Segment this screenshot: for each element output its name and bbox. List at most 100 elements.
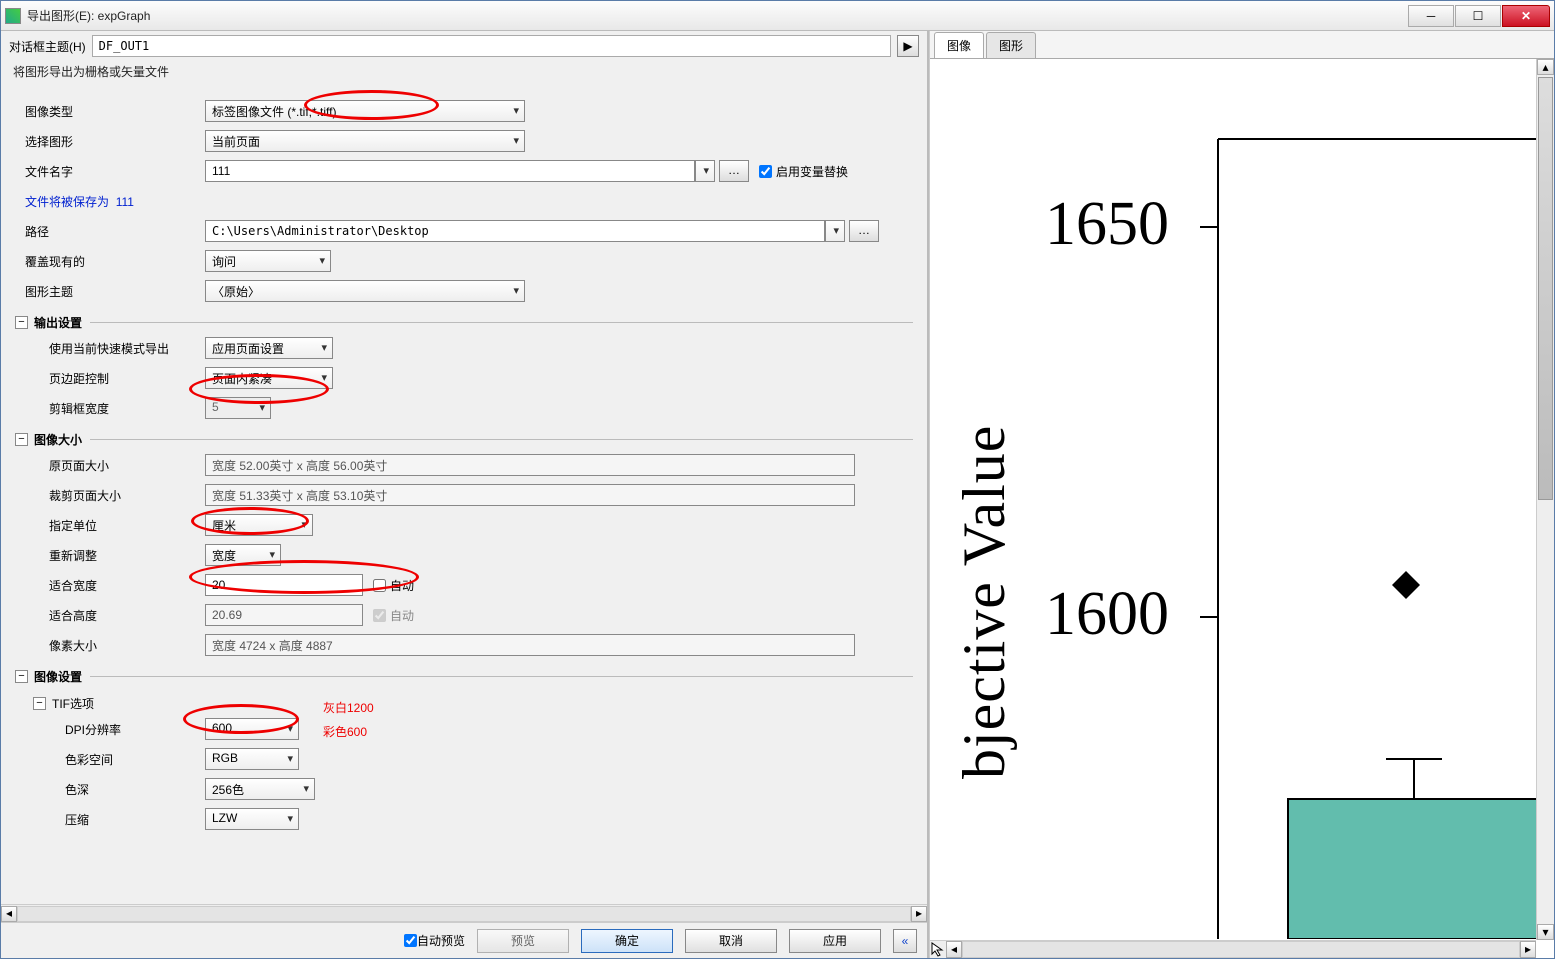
compress-label: 压缩 [15,811,205,828]
preview-hscroll-left[interactable]: ◂ [946,941,962,958]
unit-label: 指定单位 [15,517,205,534]
fit-height-auto-label: 自动 [390,607,414,624]
form-hscroll[interactable]: ◂ ▸ [1,904,927,922]
titlebar: 导出图形(E): expGraph [1,1,1554,31]
compress-combo[interactable]: LZW [205,808,299,830]
image-type-label: 图像类型 [15,103,205,120]
tif-group-title: TIF选项 [52,695,94,712]
preview-hscroll-right[interactable]: ▸ [1520,941,1536,958]
filename-dropdown[interactable] [695,160,715,182]
form-scroll[interactable]: 图像类型 标签图像文件 (*.tif,*.tiff) 选择图形 当前页面 文件名… [1,88,927,904]
depth-combo[interactable]: 256色 [205,778,315,800]
graph-theme-combo[interactable]: 〈原始〉 [205,280,525,302]
graph-theme-label: 图形主题 [15,283,205,300]
tab-image[interactable]: 图像 [934,32,984,58]
fit-height-label: 适合高度 [15,607,205,624]
vscroll-down[interactable]: ▾ [1537,924,1554,940]
filename-browse-button[interactable]: … [719,160,749,182]
fit-width-label: 适合宽度 [15,577,205,594]
chart-svg [930,59,1540,939]
ok-button[interactable]: 确定 [581,929,673,953]
clip-width-combo: 5 [205,397,271,419]
preview-area: bjective Value 1650 1600 [930,59,1554,958]
maximize-button[interactable] [1455,5,1501,27]
preview-hscroll[interactable]: ◂ ▸ [930,940,1536,958]
path-dropdown[interactable] [825,220,845,242]
pixel-size-label: 像素大小 [15,637,205,654]
subtitle: 将图形导出为栅格或矢量文件 [1,61,927,88]
hscroll-right[interactable]: ▸ [911,906,927,922]
image-group-header: − 图像设置 [15,668,913,685]
quick-mode-label: 使用当前快速模式导出 [15,340,205,357]
colorspace-combo[interactable]: RGB [205,748,299,770]
output-group-title: 输出设置 [34,314,82,331]
apply-button[interactable]: 应用 [789,929,881,953]
crop-size-value [205,484,855,506]
dialog-theme-row: 对话框主题(H) ▶ [1,31,927,61]
saved-as-label: 文件将被保存为 111 [15,193,205,210]
enable-var-sub-label: 启用变量替换 [776,163,848,180]
orig-size-label: 原页面大小 [15,457,205,474]
export-graph-window: 导出图形(E): expGraph 对话框主题(H) ▶ 将图形导出为栅格或矢量… [0,0,1555,959]
dpi-combo[interactable]: 600 [205,718,299,740]
button-bar: 自动预览 预览 确定 取消 应用 « [1,922,927,958]
close-button[interactable] [1502,5,1550,27]
path-label: 路径 [15,223,205,240]
path-input[interactable] [205,220,825,242]
dpi-label: DPI分辨率 [15,721,205,738]
preview-tabs: 图像 图形 [930,31,1554,59]
select-graph-label: 选择图形 [15,133,205,150]
fit-width-auto-checkbox[interactable] [373,579,386,592]
output-group-header: − 输出设置 [15,314,913,331]
path-browse-button[interactable]: … [849,220,879,242]
hscroll-left[interactable]: ◂ [1,906,17,922]
cancel-button[interactable]: 取消 [685,929,777,953]
size-group-title: 图像大小 [34,431,82,448]
margin-combo[interactable]: 页面内紧凑 [205,367,333,389]
enable-var-sub-checkbox[interactable] [759,165,772,178]
rescale-combo[interactable]: 宽度 [205,544,281,566]
preview-pane: 图像 图形 bjective Value 1650 1600 [929,31,1554,958]
window-controls [1407,5,1550,27]
filename-label: 文件名字 [15,163,205,180]
filename-input[interactable] [205,160,695,182]
preview-vscroll[interactable]: ▴ ▾ [1536,59,1554,940]
size-group-toggle[interactable]: − [15,433,28,446]
unit-combo[interactable]: 厘米 [205,514,313,536]
select-graph-combo[interactable]: 当前页面 [205,130,525,152]
fit-width-auto-label: 自动 [390,577,414,594]
rescale-label: 重新调整 [15,547,205,564]
dialog-theme-input[interactable] [92,35,891,57]
preview-button[interactable]: 预览 [477,929,569,953]
app-icon [5,8,21,24]
body: 对话框主题(H) ▶ 将图形导出为栅格或矢量文件 图像类型 标签图像文件 (*.… [1,31,1554,958]
fit-height-input [205,604,363,626]
vscroll-up[interactable]: ▴ [1537,59,1554,75]
quick-mode-combo[interactable]: 应用页面设置 [205,337,333,359]
dialog-theme-label: 对话框主题(H) [9,38,86,55]
tif-group-toggle[interactable]: − [33,697,46,710]
auto-preview-option[interactable]: 自动预览 [404,932,465,949]
clip-width-label: 剪辑框宽度 [15,400,205,417]
hscroll-track[interactable] [17,906,911,922]
auto-preview-checkbox[interactable] [404,934,417,947]
image-type-combo[interactable]: 标签图像文件 (*.tif,*.tiff) [205,100,525,122]
image-group-toggle[interactable]: − [15,670,28,683]
tab-graph[interactable]: 图形 [986,32,1036,58]
overwrite-combo[interactable]: 询问 [205,250,331,272]
pixel-size-value [205,634,855,656]
fit-width-input[interactable] [205,574,363,596]
dialog-theme-next-button[interactable]: ▶ [897,35,919,57]
window-title: 导出图形(E): expGraph [27,7,1407,24]
output-group-toggle[interactable]: − [15,316,28,329]
form-pane: 对话框主题(H) ▶ 将图形导出为栅格或矢量文件 图像类型 标签图像文件 (*.… [1,31,929,958]
preview-hscroll-track[interactable] [962,941,1520,958]
minimize-button[interactable] [1408,5,1454,27]
orig-size-value [205,454,855,476]
fit-height-auto-checkbox [373,609,386,622]
vscroll-thumb[interactable] [1538,77,1553,500]
collapse-preview-button[interactable]: « [893,929,917,953]
depth-label: 色深 [15,781,205,798]
margin-label: 页边距控制 [15,370,205,387]
size-group-header: − 图像大小 [15,431,913,448]
